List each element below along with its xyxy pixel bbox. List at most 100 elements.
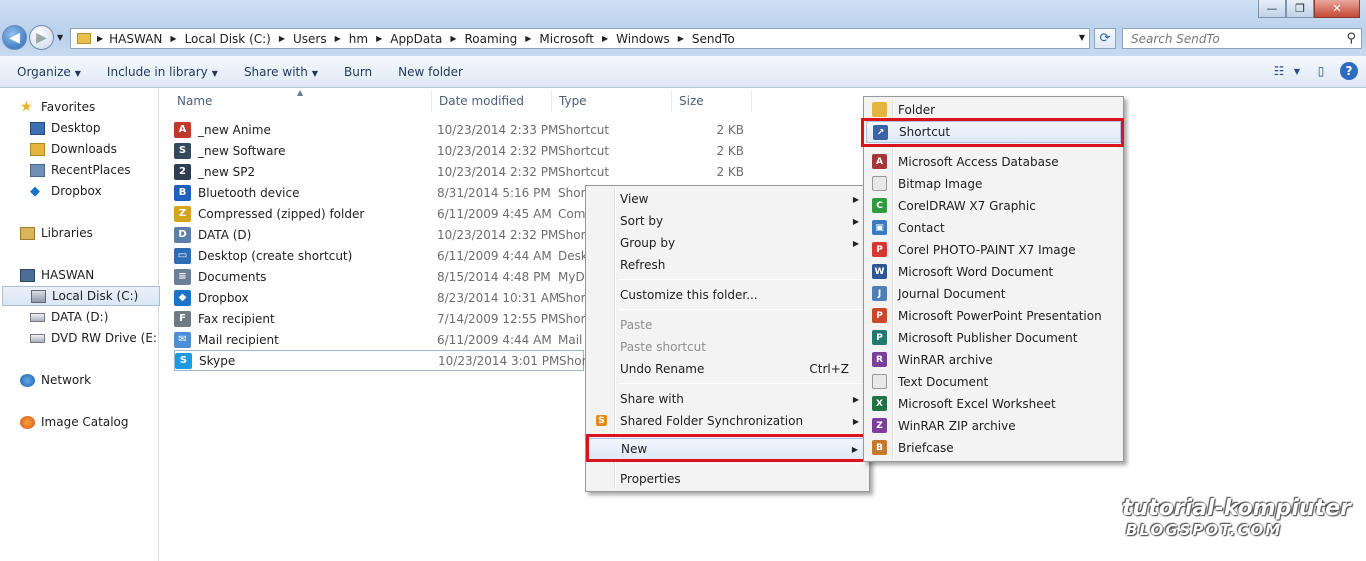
menu-item-shared-folder-synchronization[interactable]: S Shared Folder Synchronization ▶: [588, 410, 867, 432]
chevron-right-icon[interactable]: ▶: [335, 34, 341, 43]
new-item-journal-document[interactable]: J Journal Document: [866, 283, 1121, 305]
forward-arrow-icon[interactable]: ▶: [29, 25, 54, 50]
file-size: 2 KB: [716, 164, 744, 179]
search-icon[interactable]: ⚲: [1346, 31, 1356, 46]
nav-item-desktop[interactable]: Desktop: [30, 118, 188, 138]
column-header-name[interactable]: Name: [170, 90, 432, 112]
new-item-microsoft-excel-worksheet[interactable]: X Microsoft Excel Worksheet: [866, 393, 1121, 415]
file-row[interactable]: S _new Software 10/23/2014 2:32 PM Shortcut…: [174, 140, 744, 161]
recent-places-icon: [30, 163, 45, 177]
breadcrumb-item[interactable]: AppData ▶: [390, 32, 464, 46]
new-item-text-document[interactable]: Text Document: [866, 371, 1121, 393]
close-button[interactable]: ✕: [1314, 0, 1360, 18]
new-item-microsoft-word-document[interactable]: W Microsoft Word Document: [866, 261, 1121, 283]
chevron-right-icon[interactable]: ▶: [170, 34, 176, 43]
file-name: Skype: [199, 353, 236, 368]
maximize-button[interactable]: ❐: [1286, 0, 1314, 18]
microsoft-word-document-icon: W: [872, 264, 887, 279]
chevron-right-icon[interactable]: ▶: [450, 34, 456, 43]
column-header-date-modified[interactable]: Date modified: [432, 90, 552, 112]
chevron-right-icon[interactable]: ▶: [525, 34, 531, 43]
breadcrumb-item[interactable]: Local Disk (C:) ▶: [185, 32, 293, 46]
file-row[interactable]: ▭ Desktop (create shortcut) 6/11/2009 4:44…: [174, 245, 593, 266]
new-item-briefcase[interactable]: B Briefcase: [866, 437, 1121, 459]
chevron-right-icon[interactable]: ▶: [279, 34, 285, 43]
new-item-bitmap-image[interactable]: Bitmap Image: [866, 173, 1121, 195]
nav-item-data-d[interactable]: DATA (D:): [30, 307, 188, 327]
breadcrumb-item[interactable]: hm ▶: [349, 32, 390, 46]
menu-item-properties[interactable]: Properties: [588, 468, 867, 490]
new-item-contact[interactable]: ▣ Contact: [866, 217, 1121, 239]
new-item-microsoft-publisher-document[interactable]: P Microsoft Publisher Document: [866, 327, 1121, 349]
file-row[interactable]: Z Compressed (zipped) folder 6/11/2009 4:4…: [174, 203, 585, 224]
nav-image-catalog[interactable]: Image Catalog: [20, 412, 178, 432]
menu-item-sort-by[interactable]: Sort by ▶: [588, 210, 867, 232]
nav-item-dropbox[interactable]: ◆ Dropbox: [30, 181, 188, 201]
new-item-coreldraw-x7-graphic[interactable]: C CorelDRAW X7 Graphic: [866, 195, 1121, 217]
file-row[interactable]: ◆ Dropbox 8/23/2014 10:31 AM Short: [174, 287, 590, 308]
watermark: tutorial-kompiuter BLOGSPOT.COM: [1122, 496, 1351, 539]
breadcrumb-item[interactable]: Microsoft ▶: [539, 32, 616, 46]
new-item-corel-photo-paint-x7-image[interactable]: P Corel PHOTO-PAINT X7 Image: [866, 239, 1121, 261]
menu-item-view[interactable]: View ▶: [588, 188, 867, 210]
menu-item-paste[interactable]: Paste: [588, 314, 867, 336]
nav-libraries[interactable]: Libraries: [20, 223, 178, 243]
back-arrow-icon[interactable]: ◀: [2, 25, 27, 50]
help-icon[interactable]: ?: [1340, 62, 1358, 80]
nav-network[interactable]: Network: [20, 370, 178, 390]
breadcrumb-item[interactable]: Users ▶: [293, 32, 349, 46]
nav-item-recentplaces[interactable]: RecentPlaces: [30, 160, 188, 180]
include-in-library-button[interactable]: Include in library ▼: [98, 60, 227, 84]
menu-item-paste-shortcut[interactable]: Paste shortcut: [588, 336, 867, 358]
chevron-right-icon[interactable]: ▶: [376, 34, 382, 43]
share-with-button[interactable]: Share with ▼: [235, 60, 327, 84]
file-row[interactable]: S Skype 10/23/2014 3:01 PM Short: [174, 350, 591, 371]
view-dropdown-icon[interactable]: ▼: [1292, 60, 1302, 82]
nav-item-downloads[interactable]: Downloads: [30, 139, 188, 159]
file-row[interactable]: D DATA (D) 10/23/2014 2:32 PM Short: [174, 224, 590, 245]
preview-pane-icon[interactable]: ▯: [1308, 60, 1334, 82]
file-row[interactable]: ✉ Mail recipient 6/11/2009 4:44 AM Mail: [174, 329, 582, 350]
chevron-right-icon[interactable]: ▶: [602, 34, 608, 43]
address-dropdown-icon[interactable]: ▼: [1079, 33, 1085, 42]
file-type: Com: [558, 206, 586, 221]
recent-pages-dropdown-icon[interactable]: ▼: [57, 33, 63, 42]
nav-favorites[interactable]: ★ Favorites: [20, 97, 178, 117]
new-item-winrar-archive[interactable]: R WinRAR archive: [866, 349, 1121, 371]
folder-icon: [77, 33, 91, 44]
nav-computer[interactable]: HASWAN: [20, 265, 178, 285]
file-icon: B: [174, 184, 191, 201]
new-item-winrar-zip-archive[interactable]: Z WinRAR ZIP archive: [866, 415, 1121, 437]
nav-item-dvd-drive[interactable]: DVD RW Drive (E:) RI: [30, 328, 158, 348]
breadcrumb-item[interactable]: HASWAN ▶: [109, 32, 184, 46]
new-folder-button[interactable]: New folder: [389, 60, 472, 84]
chevron-right-icon[interactable]: ▶: [678, 34, 684, 43]
breadcrumb-item[interactable]: SendTo: [692, 32, 735, 46]
menu-item-customize-this-folder[interactable]: Customize this folder...: [588, 284, 867, 306]
breadcrumb-item[interactable]: Windows ▶: [616, 32, 692, 46]
file-row[interactable]: F Fax recipient 7/14/2009 12:55 PM Short: [174, 308, 590, 329]
change-view-icon[interactable]: ☷: [1266, 60, 1292, 82]
burn-button[interactable]: Burn: [335, 60, 381, 84]
chevron-right-icon[interactable]: ▶: [97, 34, 103, 43]
breadcrumb-item[interactable]: Roaming ▶: [465, 32, 540, 46]
search-input[interactable]: Search SendTo ⚲: [1122, 28, 1362, 49]
column-header-type[interactable]: Type: [552, 90, 672, 112]
new-item-microsoft-powerpoint-presentation[interactable]: P Microsoft PowerPoint Presentation: [866, 305, 1121, 327]
file-row[interactable]: ≡ Documents 8/15/2014 4:48 PM MyDo: [174, 266, 592, 287]
nav-item-local-disk-c[interactable]: Local Disk (C:): [2, 286, 160, 306]
column-header-size[interactable]: Size: [672, 90, 752, 112]
menu-item-share-with[interactable]: Share with ▶: [588, 388, 867, 410]
refresh-icon[interactable]: ⟳: [1094, 28, 1116, 49]
menu-item-group-by[interactable]: Group by ▶: [588, 232, 867, 254]
new-item-microsoft-access-database[interactable]: A Microsoft Access Database: [866, 151, 1121, 173]
file-row[interactable]: 2 _new SP2 10/23/2014 2:32 PM Shortcut 2 KB: [174, 161, 744, 182]
file-row[interactable]: A _new Anime 10/23/2014 2:33 PM Shortcut 2 K…: [174, 119, 744, 140]
minimize-button[interactable]: —: [1258, 0, 1286, 18]
menu-item-undo-rename[interactable]: Undo Rename Ctrl+Z: [588, 358, 867, 380]
menu-item-refresh[interactable]: Refresh: [588, 254, 867, 276]
organize-button[interactable]: Organize ▼: [8, 60, 90, 84]
file-row[interactable]: B Bluetooth device 8/31/2014 5:16 PM Short: [174, 182, 590, 203]
file-icon: ▭: [174, 247, 191, 264]
address-bar[interactable]: ▶ HASWAN ▶ Local Disk (C:) ▶ Users ▶ hm ▶ AppDat…: [70, 28, 1090, 49]
